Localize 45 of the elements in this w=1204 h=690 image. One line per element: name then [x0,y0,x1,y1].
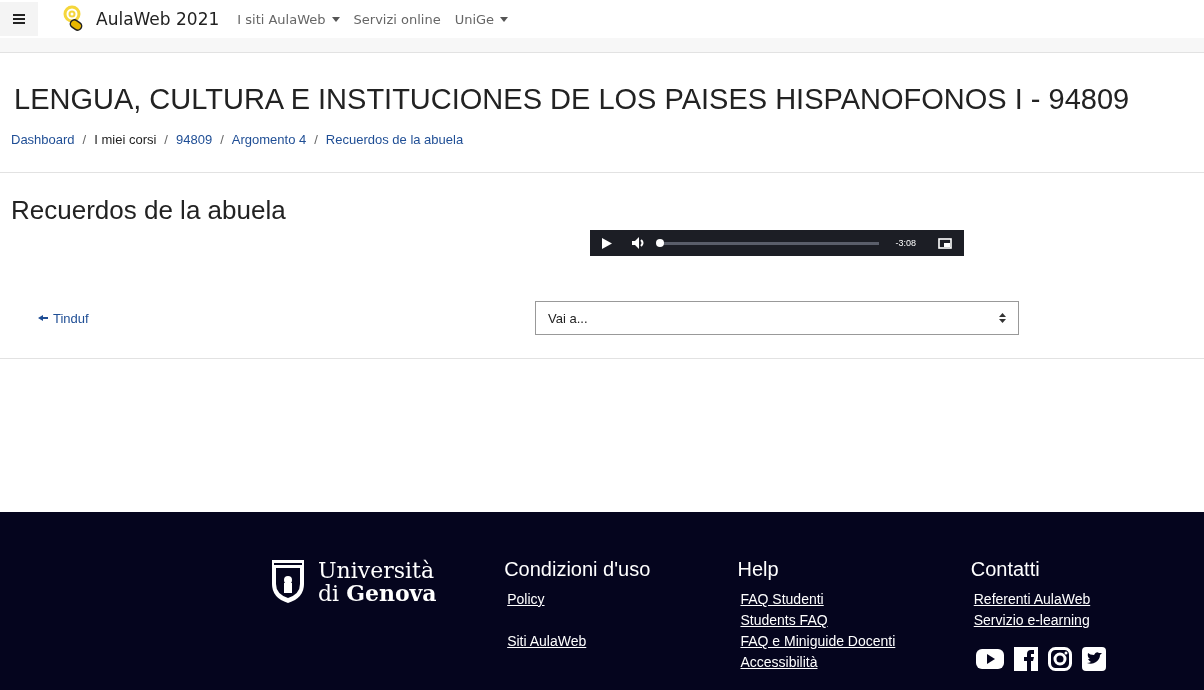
sort-icon[interactable] [999,313,1006,323]
breadcrumb-item[interactable]: I miei corsi [94,132,157,147]
breadcrumb-link[interactable]: Argomento 4 [231,132,307,147]
footer-link[interactable]: Siti AulaWeb [507,631,587,652]
course-title: LENGUA, CULTURA E INSTITUCIONES DE LOS PAISES HISPANOFONOS I - 94809 [14,83,1131,116]
footer-link[interactable]: Referenti AulaWeb [973,589,1091,610]
page-heading: Recuerdos de la abuela [11,195,287,226]
footer-link[interactable]: FAQ Studenti [740,589,824,610]
caret-icon[interactable] [500,16,509,22]
twitter-icon[interactable] [1081,647,1106,671]
nav-menu-item[interactable]: Servizi online [353,11,441,27]
university-name: di Genova [318,582,437,605]
seek-handle[interactable] [656,239,664,247]
breadcrumb-separator: / [164,132,168,147]
breadcrumb-link[interactable]: 94809 [176,132,213,147]
breadcrumb-link[interactable]: Recuerdos de la abuela [325,132,464,147]
volume-icon[interactable] [632,237,646,249]
picture-in-picture-icon[interactable] [938,237,952,249]
jump-select[interactable]: Vai a... [535,301,1019,335]
facebook-icon[interactable] [1013,647,1038,671]
time-remaining: -3:08 [895,238,916,248]
footer-heading: Contatti [970,558,1041,581]
site-name[interactable]: AulaWeb 2021 [96,9,220,29]
breadcrumb-separator: / [82,132,87,147]
menu-icon[interactable] [0,2,38,36]
nav-menu-item[interactable]: I siti AulaWeb [237,11,326,27]
previous-link[interactable]: Tinduf [38,310,535,326]
footer-link[interactable]: Policy [507,589,545,610]
footer-heading: Help [737,558,780,581]
arrow-icon[interactable] [38,315,48,321]
nav-menu-item[interactable]: UniGe [454,11,495,27]
footer-link[interactable]: FAQ e Miniguide Docenti [740,631,896,652]
play-icon[interactable] [602,237,612,249]
footer-link[interactable]: Servizio e-learning [973,610,1090,631]
footer-link[interactable]: Students FAQ [740,610,828,631]
caret-icon[interactable] [331,16,340,22]
university-name: Università [318,560,435,582]
footer-link[interactable]: Accessibilità [740,652,818,673]
shield-icon [270,558,306,604]
breadcrumb-separator: / [314,132,318,147]
footer-heading: Condizioni d'uso [504,558,652,581]
instagram-icon[interactable] [1047,647,1072,671]
breadcrumb-link[interactable]: Dashboard [11,132,75,147]
youtube-icon[interactable] [975,649,1004,669]
breadcrumb-separator: / [220,132,224,147]
